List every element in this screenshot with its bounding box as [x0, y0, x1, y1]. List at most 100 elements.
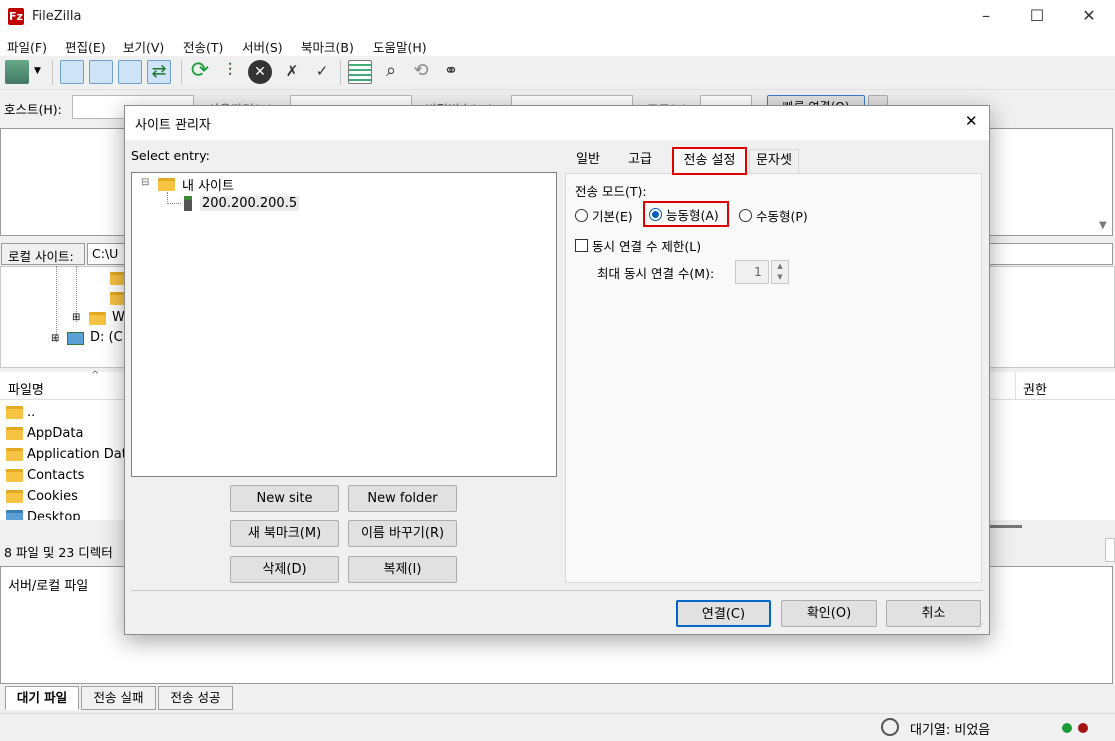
title-bar [0, 0, 1115, 34]
desktop-icon [6, 510, 23, 520]
site-tree[interactable] [131, 172, 557, 477]
queue-status-text: 대기열: 비었음 [910, 723, 991, 738]
list-item[interactable]: Application Data [6, 447, 135, 462]
filename-column-header[interactable]: 파일명 [8, 379, 44, 398]
tab-general[interactable]: 일반 [568, 149, 608, 173]
select-entry-label: Select entry: [131, 148, 210, 163]
compare-dirs-icon[interactable]: ⌕ [379, 60, 403, 84]
file-name: Desktop [27, 510, 81, 520]
tree-item-label[interactable]: W [112, 310, 125, 325]
scroll-down-icon[interactable]: ▼ [1099, 220, 1107, 231]
maximize-button[interactable]: ☐ [1011, 0, 1063, 34]
site-entry[interactable]: 200.200.200.5 [200, 196, 300, 211]
mode-default[interactable]: 기본(E) [575, 206, 633, 225]
menu-bar [0, 34, 1115, 56]
mode-passive[interactable]: 수동형(P) [739, 206, 808, 225]
toolbar-separator [340, 60, 341, 85]
folder-icon [6, 448, 23, 461]
binoculars-icon[interactable]: ⚭ [439, 60, 463, 84]
close-window-button[interactable]: ✕ [1063, 0, 1115, 34]
tab-transfer-settings[interactable]: 전송 설정 [672, 147, 747, 175]
duplicate-button[interactable]: 복제(I) [348, 556, 457, 583]
tree-line [56, 266, 57, 342]
list-item[interactable]: Cookies [6, 489, 78, 504]
local-site-label: 로컬 사이트: [1, 243, 85, 265]
max-connections-input[interactable]: 1 [735, 260, 769, 284]
transfer-mode-label: 전송 모드(T): [575, 184, 647, 199]
tab-failed-transfers[interactable]: 전송 실패 [81, 686, 156, 710]
permissions-column-header[interactable]: 권한 [1023, 379, 1047, 398]
limit-connections-label: 동시 연결 수 제한(L) [592, 239, 702, 254]
menu-bookmarks[interactable]: 북마크(B) [301, 37, 354, 56]
menu-help[interactable]: 도움말(H) [373, 37, 427, 56]
disconnect-icon[interactable]: ✗ [280, 60, 304, 84]
connect-button[interactable]: 연결(C) [676, 600, 771, 627]
speed-limit-icon[interactable] [881, 718, 899, 736]
cancel-button[interactable]: 취소 [886, 600, 981, 627]
delete-button[interactable]: 삭제(D) [230, 556, 339, 583]
sync-browse-icon[interactable]: ⟲ [409, 60, 433, 84]
refresh-icon[interactable]: ⟳ [188, 60, 212, 84]
mode-passive-label: 수동형(P) [756, 209, 808, 224]
host-label: 호스트(H): [4, 102, 62, 117]
dropdown-arrow-icon[interactable]: ▼ [34, 66, 41, 76]
expand-icon[interactable]: ⊞ [72, 312, 80, 323]
tree-item-label[interactable]: D: (C [90, 330, 123, 345]
process-queue-icon[interactable]: ⫶ [218, 60, 242, 84]
tab-advanced[interactable]: 고급 [618, 149, 662, 173]
menu-file[interactable]: 파일(F) [7, 37, 47, 56]
mode-active[interactable]: 능동형(A) [643, 201, 729, 227]
list-item[interactable]: Desktop [6, 510, 81, 520]
tab-charset[interactable]: 문자셋 [749, 149, 799, 173]
list-item[interactable]: Contacts [6, 468, 84, 483]
list-item[interactable]: AppData [6, 426, 83, 441]
new-folder-button[interactable]: New folder [348, 485, 457, 512]
folder-icon [6, 406, 23, 419]
reconnect-icon[interactable]: ✓ [310, 60, 334, 84]
menu-transfer[interactable]: 전송(T) [183, 37, 223, 56]
tree-root-label[interactable]: 내 사이트 [182, 175, 234, 194]
dialog-divider [131, 590, 983, 591]
limit-connections-option[interactable]: 동시 연결 수 제한(L) [575, 236, 701, 255]
server-icon [184, 196, 192, 211]
ok-button[interactable]: 확인(O) [781, 600, 877, 627]
radio-active[interactable] [649, 207, 662, 221]
dialog-title-bar [125, 106, 989, 140]
toggle-remote-tree-icon[interactable] [118, 60, 142, 84]
rename-button[interactable]: 이름 바꾸기(R) [348, 520, 457, 547]
queue-file-header[interactable]: 서버/로컬 파일 [8, 575, 88, 594]
site-manager-icon[interactable] [5, 60, 29, 84]
collapse-icon[interactable]: ⊟ [141, 177, 149, 188]
toolbar-separator [52, 60, 53, 85]
directory-listing-filters-icon[interactable] [348, 60, 372, 84]
max-connections-spinner[interactable]: ▲ ▼ [771, 260, 789, 284]
limit-connections-checkbox[interactable] [575, 239, 588, 252]
file-name: Application Data [27, 447, 135, 462]
file-name: Cookies [27, 489, 78, 504]
toggle-queue-icon[interactable]: ⇄ [147, 60, 171, 84]
column-divider [1015, 372, 1016, 400]
sort-arrow-icon: ^ [91, 370, 100, 381]
tab-queued-files[interactable]: 대기 파일 [5, 686, 79, 710]
folder-icon [6, 490, 23, 503]
menu-view[interactable]: 보기(V) [123, 37, 164, 56]
folder-icon [158, 178, 175, 191]
minimize-button[interactable]: – [960, 0, 1012, 34]
resize-grip-icon[interactable]: ⋰ [976, 622, 984, 631]
menu-edit[interactable]: 편집(E) [65, 37, 106, 56]
cancel-icon[interactable]: ✕ [248, 60, 272, 84]
radio-passive[interactable] [739, 209, 752, 222]
new-bookmark-button[interactable]: 새 북마크(M) [230, 520, 339, 547]
window-title: FileZilla [32, 9, 82, 24]
new-site-button[interactable]: New site [230, 485, 339, 512]
toggle-local-tree-icon[interactable] [89, 60, 113, 84]
dialog-close-button[interactable]: ✕ [965, 112, 978, 130]
tab-successful-transfers[interactable]: 전송 성공 [158, 686, 233, 710]
status-line-edge [1105, 538, 1115, 562]
radio-default[interactable] [575, 209, 588, 222]
expand-icon[interactable]: ⊞ [51, 333, 59, 344]
scrollbar-thumb[interactable] [990, 525, 1022, 528]
toggle-log-icon[interactable] [60, 60, 84, 84]
list-item[interactable]: .. [6, 405, 35, 420]
menu-server[interactable]: 서버(S) [242, 37, 283, 56]
